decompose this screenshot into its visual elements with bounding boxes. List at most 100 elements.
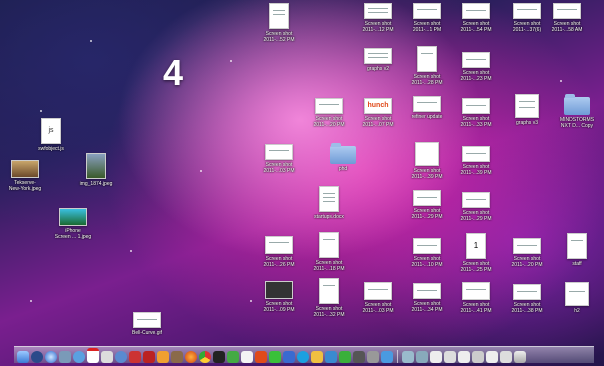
screenshot-thumbnail: 1 xyxy=(466,233,486,259)
desktop-background: 4 Screen shot 2011-...52 PM Screen shot 20… xyxy=(0,0,604,366)
desktop-icon[interactable]: iPhone Screen ... 1.jpeg xyxy=(44,208,102,240)
icon-label: Screen shot 2011-...58 AM xyxy=(551,21,583,33)
pages-icon[interactable] xyxy=(311,351,323,363)
skype-icon[interactable] xyxy=(297,351,309,363)
calendar-icon[interactable] xyxy=(87,348,99,363)
documents-stack-icon[interactable] xyxy=(416,351,428,363)
screenshot-thumbnail xyxy=(413,96,441,112)
activity-monitor-icon[interactable] xyxy=(227,351,239,363)
desktop-icon[interactable]: Bell-Curve.gif xyxy=(118,312,176,336)
stack-icon[interactable] xyxy=(486,351,498,363)
finder-icon[interactable] xyxy=(17,351,29,363)
star xyxy=(230,60,232,62)
screenshot-thumbnail xyxy=(265,144,293,160)
screenshot-thumbnail xyxy=(462,282,490,300)
desktop-icon[interactable]: img_1874.jpeg xyxy=(67,153,125,187)
photo-thumbnail xyxy=(86,153,106,179)
desktop-icon[interactable]: Screen shot 2011-...41 PM xyxy=(447,282,505,314)
stack-icon[interactable] xyxy=(472,351,484,363)
screenshot-thumbnail xyxy=(319,232,339,258)
firefox-icon[interactable] xyxy=(185,351,197,363)
desktop-icon[interactable]: Screen shot 2011-...29 PM xyxy=(447,192,505,222)
itunes-icon[interactable] xyxy=(115,351,127,363)
screenshot-thumbnail xyxy=(515,94,539,118)
safari-icon[interactable] xyxy=(45,351,57,363)
screenshot-thumbnail xyxy=(462,52,490,68)
stack-icon[interactable] xyxy=(444,351,456,363)
star xyxy=(90,40,92,42)
numbers-icon[interactable] xyxy=(339,351,351,363)
desktop-icon[interactable]: js swfobject.js xyxy=(22,118,80,152)
icon-label: swfobject.js xyxy=(38,146,64,152)
photobooth-icon[interactable] xyxy=(143,351,155,363)
icon-label: staff xyxy=(572,261,582,267)
stack-icon[interactable] xyxy=(500,351,512,363)
system-preferences-icon[interactable] xyxy=(367,351,379,363)
icon-label: Tekserve- New-York.jpeg xyxy=(8,180,42,192)
star xyxy=(130,250,132,252)
screenshot-thumbnail xyxy=(364,48,392,64)
desktop-icon[interactable]: Screen shot 2011-...54 PM xyxy=(447,3,505,33)
aperture-icon[interactable] xyxy=(353,351,365,363)
app-store-icon[interactable] xyxy=(381,351,393,363)
screenshot-thumbnail xyxy=(565,282,589,306)
ical-icon[interactable] xyxy=(255,351,267,363)
downloads-stack-icon[interactable] xyxy=(402,351,414,363)
screenshot-thumbnail xyxy=(462,98,490,114)
icon-label: Bell-Curve.gif xyxy=(131,330,162,336)
desktop-icon[interactable]: MINDSTORMS NXT D... Copy xyxy=(548,94,604,129)
desktop-icon[interactable]: Screen shot 2011-...39 PM xyxy=(447,146,505,176)
desktop-icon[interactable]: Tekserve- New-York.jpeg xyxy=(0,160,54,192)
desktop-icon[interactable]: Screen shot 2011-...58 AM xyxy=(538,3,596,33)
desktop-icon[interactable]: Screen shot 2011-...23 PM xyxy=(447,52,505,82)
keynote-icon[interactable] xyxy=(325,351,337,363)
imovie-icon[interactable] xyxy=(171,351,183,363)
js-file-icon: js xyxy=(41,118,61,144)
stack-icon[interactable] xyxy=(458,351,470,363)
desktop-icon[interactable]: 1 Screen shot 2011-...25 PM xyxy=(447,233,505,273)
desktop-icon[interactable]: phd xyxy=(314,143,372,172)
dock xyxy=(14,346,594,363)
screenshot-thumbnail xyxy=(415,142,439,166)
desktop-icon[interactable]: Screen shot 2011-...18 PM xyxy=(300,232,358,272)
icon-label: startups.docx xyxy=(314,214,344,220)
xcode-icon[interactable] xyxy=(283,351,295,363)
star xyxy=(30,300,32,302)
screenshot-thumbnail xyxy=(364,282,392,300)
textedit-icon[interactable] xyxy=(241,351,253,363)
mail-icon[interactable] xyxy=(59,351,71,363)
trash-icon[interactable] xyxy=(514,351,526,363)
screenshot-thumbnail xyxy=(413,3,441,19)
preview-icon[interactable] xyxy=(101,351,113,363)
stack-icon[interactable] xyxy=(430,351,442,363)
screenshot-thumbnail xyxy=(265,236,293,254)
dock-separator xyxy=(397,350,398,363)
icon-label: Screen shot 2011-...54 PM xyxy=(460,21,492,33)
desktop-icon[interactable]: startups.docx xyxy=(300,186,358,220)
ichat-icon[interactable] xyxy=(73,351,85,363)
desktop-icon[interactable]: Screen shot 2011-...03 PM xyxy=(250,144,308,174)
icon-label: Screen shot 2011-...41 PM xyxy=(460,302,492,314)
screenshot-thumbnail xyxy=(513,284,541,300)
screenshot-thumbnail xyxy=(265,281,293,299)
screenshot-thumbnail xyxy=(413,238,441,254)
adium-icon[interactable] xyxy=(269,351,281,363)
desktop-icon[interactable]: Screen shot 2011-...52 PM xyxy=(250,3,308,43)
icon-label: Screen shot 2011-...52 PM xyxy=(263,31,295,43)
star xyxy=(200,170,202,172)
garageband-icon[interactable] xyxy=(157,351,169,363)
desktop-icon[interactable]: staff xyxy=(548,233,604,267)
terminal-icon[interactable] xyxy=(213,351,225,363)
icon-label: Screen shot 2011-...18 PM xyxy=(313,260,345,272)
screenshot-thumbnail xyxy=(462,146,490,162)
iphoto-icon[interactable] xyxy=(129,351,141,363)
hunch-logo-thumbnail: hunch xyxy=(364,98,392,114)
chrome-icon[interactable] xyxy=(199,351,211,363)
desktop-icon[interactable]: Screen shot 2011-...33 PM xyxy=(447,98,505,128)
icon-label: Screen shot 2011-...39 PM xyxy=(460,164,492,176)
dashboard-icon[interactable] xyxy=(31,351,43,363)
desktop-icon[interactable]: h2 xyxy=(548,282,604,314)
gif-thumbnail xyxy=(133,312,161,328)
screenshot-thumbnail xyxy=(417,46,437,72)
star xyxy=(40,110,42,112)
